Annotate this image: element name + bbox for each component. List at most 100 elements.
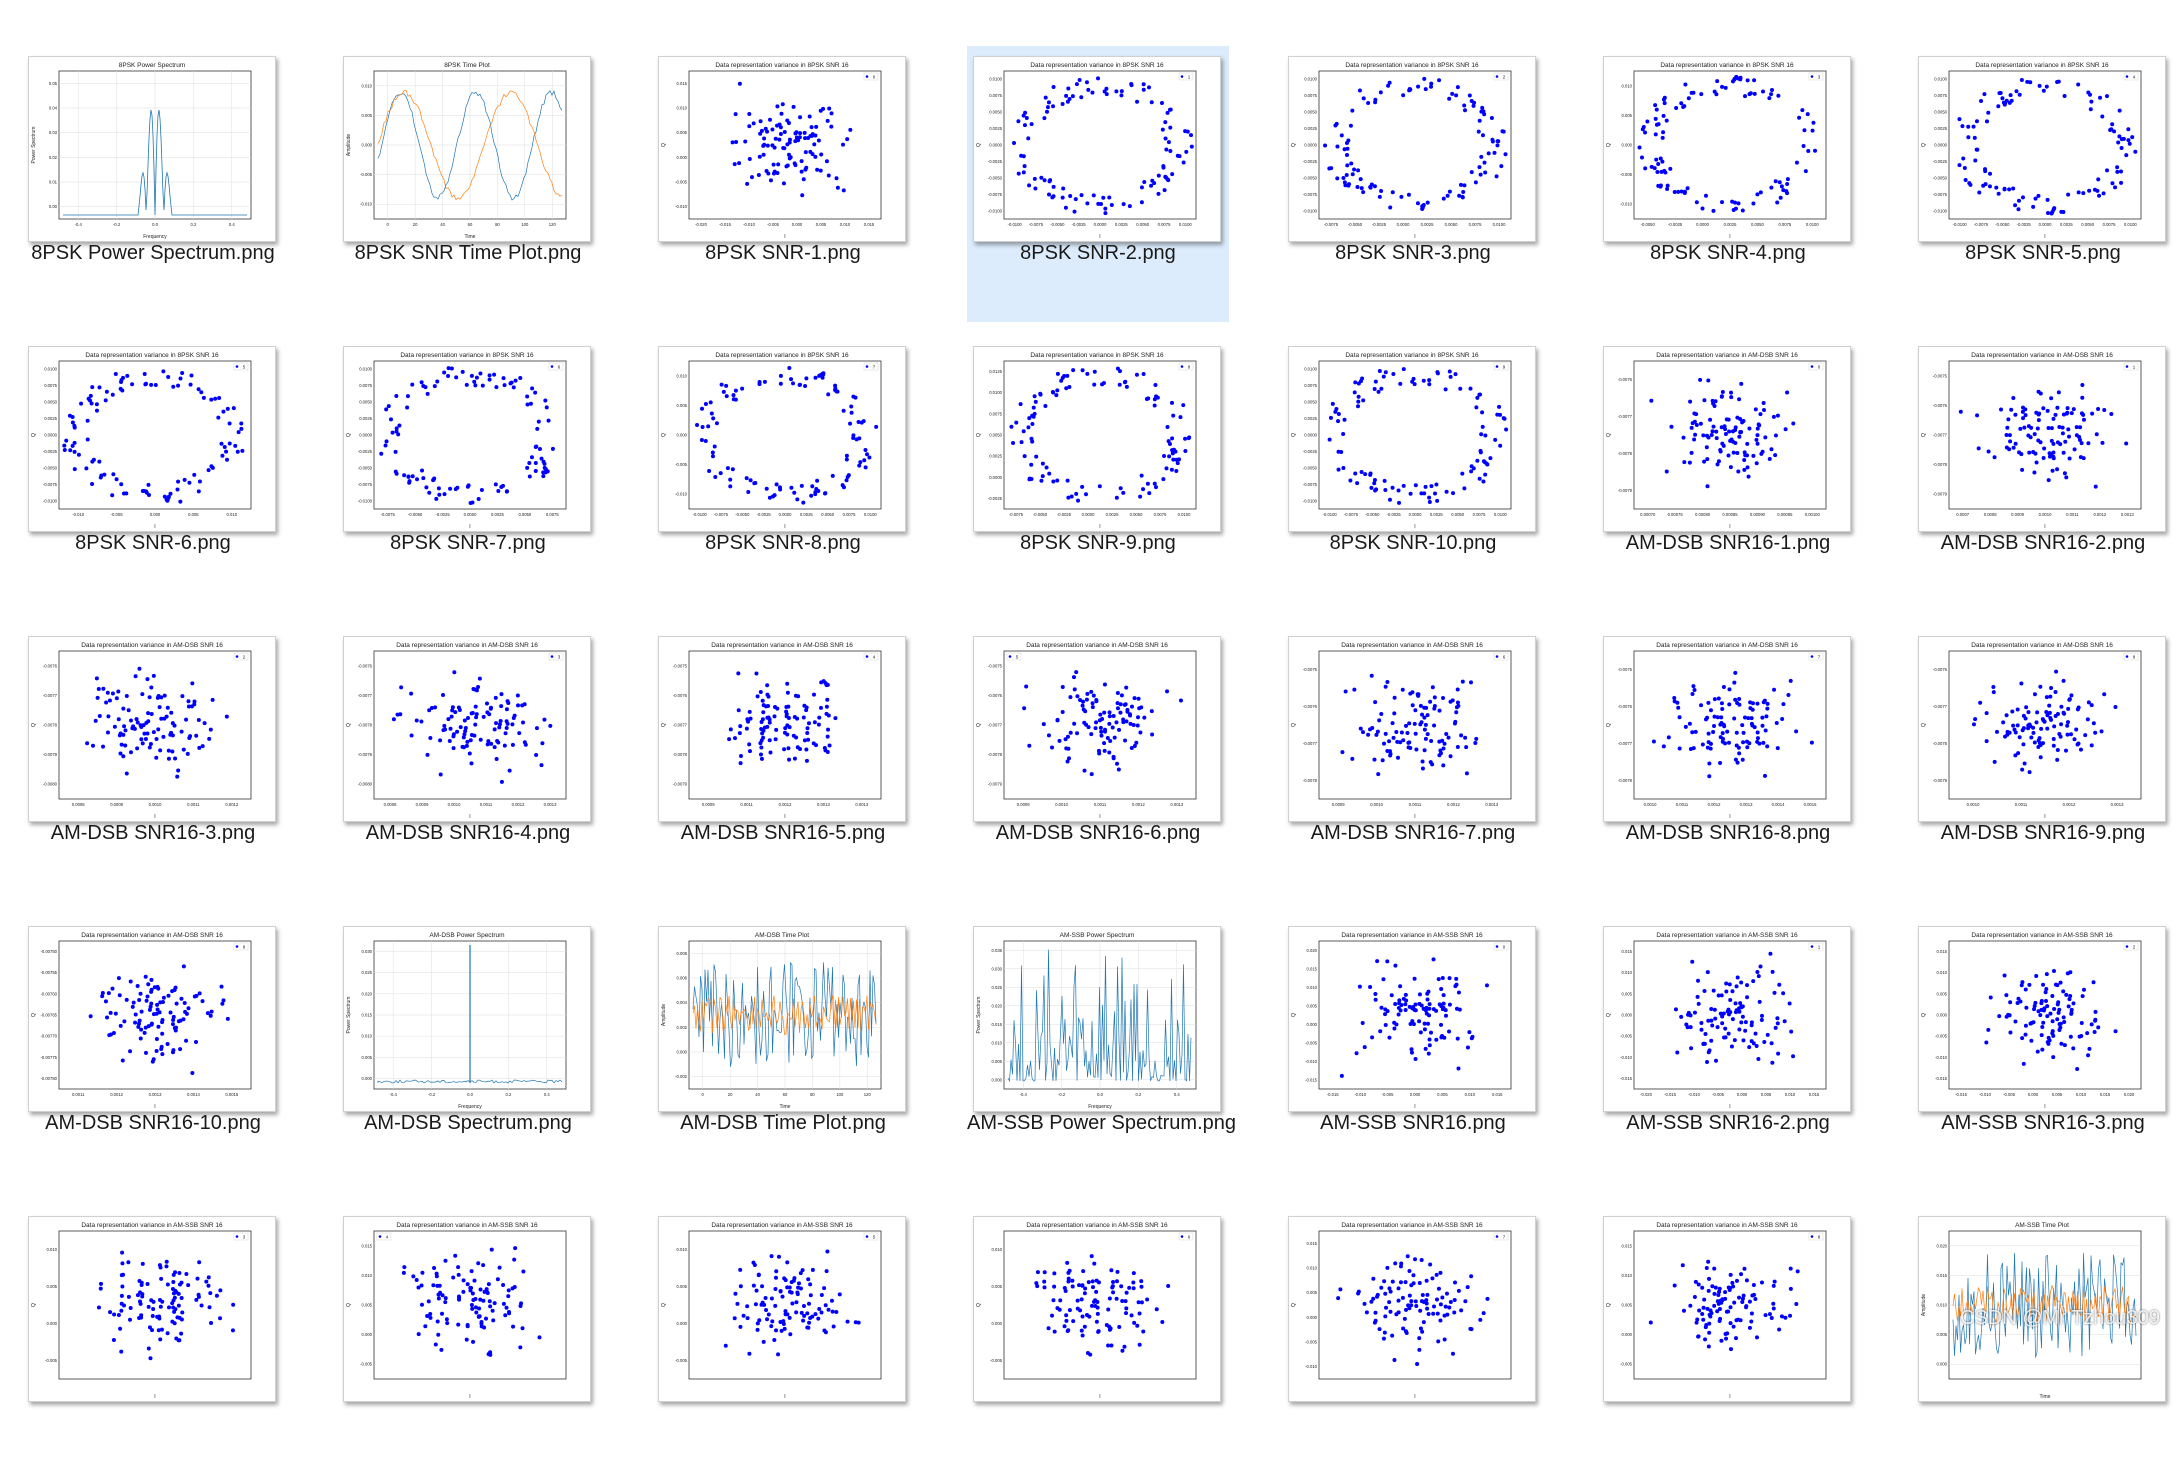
y-tick-label: -0.005 bbox=[1620, 1362, 1633, 1367]
file-thumbnail[interactable]: Data representation variance in 8PSK SNR… bbox=[343, 346, 591, 532]
file-thumbnail[interactable]: Data representation variance in AM-SSB S… bbox=[1288, 926, 1536, 1112]
file-item[interactable]: Data representation variance in AM-DSB S… bbox=[22, 626, 284, 902]
file-name[interactable]: AM-DSB SNR16-7.png bbox=[1282, 822, 1544, 845]
file-name[interactable]: 8PSK SNR-4.png bbox=[1597, 242, 1859, 265]
file-thumbnail[interactable]: Data representation variance in AM-DSB S… bbox=[1918, 636, 2166, 822]
file-item[interactable]: Data representation variance in AM-SSB S… bbox=[1282, 916, 1544, 1192]
file-item[interactable]: Data representation variance in 8PSK SNR… bbox=[337, 336, 599, 612]
file-name[interactable]: AM-DSB SNR16-1.png bbox=[1597, 532, 1859, 555]
file-thumbnail[interactable]: Data representation variance in 8PSK SNR… bbox=[973, 56, 1221, 242]
file-item[interactable]: Data representation variance in AM-DSB S… bbox=[1597, 336, 1859, 612]
file-item[interactable]: 8PSK Power Spectrum Power Spectrum Frequen… bbox=[22, 46, 284, 322]
file-name[interactable]: 8PSK SNR Time Plot.png bbox=[337, 242, 599, 265]
file-item[interactable]: Data representation variance in AM-DSB S… bbox=[652, 626, 914, 902]
file-thumbnail[interactable]: Data representation variance in AM-SSB S… bbox=[1288, 1216, 1536, 1402]
file-name[interactable]: AM-DSB SNR16-4.png bbox=[337, 822, 599, 845]
file-name[interactable]: AM-DSB SNR16-10.png bbox=[22, 1112, 284, 1135]
file-item[interactable]: AM-SSB Time Plot Amplitude Time 0.000 0.005 0… bbox=[1912, 1206, 2172, 1482]
file-thumbnail[interactable]: 8PSK Power Spectrum Power Spectrum Frequen… bbox=[28, 56, 276, 242]
file-thumbnail[interactable]: AM-SSB Power Spectrum Power Spectrum Frequ… bbox=[973, 926, 1221, 1112]
file-thumbnail[interactable]: Data representation variance in AM-SSB S… bbox=[28, 1216, 276, 1402]
file-name[interactable]: 8PSK SNR-2.png bbox=[967, 242, 1229, 265]
file-thumbnail[interactable]: Data representation variance in 8PSK SNR… bbox=[1918, 56, 2166, 242]
file-thumbnail[interactable]: Data representation variance in 8PSK SNR… bbox=[1603, 56, 1851, 242]
file-name[interactable]: AM-SSB SNR16-2.png bbox=[1597, 1112, 1859, 1135]
file-item[interactable]: Data representation variance in 8PSK SNR… bbox=[1282, 336, 1544, 612]
file-item[interactable]: Data representation variance in AM-SSB S… bbox=[1597, 916, 1859, 1192]
file-item[interactable]: Data representation variance in 8PSK SNR… bbox=[22, 336, 284, 612]
file-name[interactable]: 8PSK SNR-1.png bbox=[652, 242, 914, 265]
file-thumbnail[interactable]: Data representation variance in AM-SSB S… bbox=[343, 1216, 591, 1402]
file-item[interactable]: Data representation variance in AM-DSB S… bbox=[337, 626, 599, 902]
file-item[interactable]: Data representation variance in 8PSK SNR… bbox=[1912, 46, 2172, 322]
file-thumbnail[interactable]: Data representation variance in AM-DSB S… bbox=[1603, 346, 1851, 532]
file-item[interactable]: Data representation variance in 8PSK SNR… bbox=[1282, 46, 1544, 322]
file-name[interactable]: AM-DSB SNR16-5.png bbox=[652, 822, 914, 845]
file-thumbnail[interactable]: Data representation variance in AM-DSB S… bbox=[28, 926, 276, 1112]
file-thumbnail[interactable]: Data representation variance in AM-DSB S… bbox=[973, 636, 1221, 822]
file-thumbnail[interactable]: 8PSK Time Plot Amplitude Time 0 20 40 60 80 100 1… bbox=[343, 56, 591, 242]
file-item[interactable]: Data representation variance in AM-SSB S… bbox=[1282, 1206, 1544, 1482]
file-thumbnail[interactable]: Data representation variance in 8PSK SNR… bbox=[1288, 346, 1536, 532]
file-item[interactable]: Data representation variance in AM-SSB S… bbox=[652, 1206, 914, 1482]
plot-title: Data representation variance in AM-DSB S… bbox=[1026, 642, 1168, 649]
file-item[interactable]: Data representation variance in AM-DSB S… bbox=[1912, 626, 2172, 902]
file-item[interactable]: AM-DSB Time Plot Amplitude Time 0 20 40 60 80 10… bbox=[652, 916, 914, 1192]
file-thumbnail[interactable]: Data representation variance in AM-SSB S… bbox=[658, 1216, 906, 1402]
file-thumbnail[interactable]: Data representation variance in AM-DSB S… bbox=[343, 636, 591, 822]
file-item[interactable]: Data representation variance in AM-SSB S… bbox=[22, 1206, 284, 1482]
file-item[interactable]: Data representation variance in AM-DSB S… bbox=[22, 916, 284, 1192]
file-thumbnail[interactable]: Data representation variance in AM-DSB S… bbox=[1918, 346, 2166, 532]
file-item[interactable]: Data representation variance in 8PSK SNR… bbox=[652, 46, 914, 322]
file-thumbnail[interactable]: Data representation variance in AM-SSB S… bbox=[1603, 926, 1851, 1112]
file-item[interactable]: Data representation variance in AM-DSB S… bbox=[1282, 626, 1544, 902]
file-name[interactable]: 8PSK SNR-3.png bbox=[1282, 242, 1544, 265]
file-name[interactable]: AM-SSB Power Spectrum.png bbox=[967, 1112, 1236, 1135]
file-name[interactable]: AM-DSB SNR16-2.png bbox=[1912, 532, 2172, 555]
file-thumbnail[interactable]: Data representation variance in AM-DSB S… bbox=[1603, 636, 1851, 822]
file-thumbnail[interactable]: AM-DSB Time Plot Amplitude Time 0 20 40 60 80 10… bbox=[658, 926, 906, 1112]
file-item[interactable]: Data representation variance in AM-SSB S… bbox=[337, 1206, 599, 1482]
file-name[interactable]: 8PSK SNR-8.png bbox=[652, 532, 914, 555]
file-item[interactable]: Data representation variance in AM-DSB S… bbox=[1597, 626, 1859, 902]
file-name[interactable]: AM-DSB SNR16-9.png bbox=[1912, 822, 2172, 845]
file-name[interactable]: 8PSK Power Spectrum.png bbox=[22, 242, 284, 265]
file-name[interactable]: AM-DSB Time Plot.png bbox=[652, 1112, 914, 1135]
file-name[interactable]: AM-SSB SNR16-3.png bbox=[1912, 1112, 2172, 1135]
file-thumbnail[interactable]: Data representation variance in 8PSK SNR… bbox=[1288, 56, 1536, 242]
file-thumbnail[interactable]: Data representation variance in 8PSK SNR… bbox=[658, 56, 906, 242]
file-item[interactable]: Data representation variance in 8PSK SNR… bbox=[1597, 46, 1859, 322]
file-name[interactable]: AM-DSB SNR16-3.png bbox=[22, 822, 284, 845]
x-tick-label: 0.0050 bbox=[1451, 512, 1464, 517]
file-item[interactable]: Data representation variance in 8PSK SNR… bbox=[652, 336, 914, 612]
file-name[interactable]: 8PSK SNR-10.png bbox=[1282, 532, 1544, 555]
file-thumbnail[interactable]: Data representation variance in AM-DSB S… bbox=[658, 636, 906, 822]
file-item[interactable]: Data representation variance in AM-SSB S… bbox=[1597, 1206, 1859, 1482]
file-thumbnail[interactable]: Data representation variance in 8PSK SNR… bbox=[658, 346, 906, 532]
file-item[interactable]: Data representation variance in AM-SSB S… bbox=[967, 1206, 1229, 1482]
file-name[interactable]: 8PSK SNR-9.png bbox=[967, 532, 1229, 555]
file-name[interactable]: AM-DSB SNR16-8.png bbox=[1597, 822, 1859, 845]
file-thumbnail[interactable]: AM-DSB Power Spectrum Power Spectrum Frequ… bbox=[343, 926, 591, 1112]
file-thumbnail[interactable]: Data representation variance in AM-SSB S… bbox=[1603, 1216, 1851, 1402]
file-thumbnail[interactable]: Data representation variance in 8PSK SNR… bbox=[28, 346, 276, 532]
file-thumbnail[interactable]: Data representation variance in AM-DSB S… bbox=[28, 636, 276, 822]
file-thumbnail[interactable]: Data representation variance in AM-SSB S… bbox=[973, 1216, 1221, 1402]
file-item[interactable]: 8PSK Time Plot Amplitude Time 0 20 40 60 80 100 1… bbox=[337, 46, 599, 322]
file-thumbnail[interactable]: Data representation variance in AM-DSB S… bbox=[1288, 636, 1536, 822]
file-item[interactable]: Data representation variance in AM-DSB S… bbox=[967, 626, 1229, 902]
file-item[interactable]: Data representation variance in 8PSK SNR… bbox=[967, 336, 1229, 612]
file-thumbnail[interactable]: Data representation variance in 8PSK SNR… bbox=[973, 346, 1221, 532]
file-name[interactable]: 8PSK SNR-7.png bbox=[337, 532, 599, 555]
file-name[interactable]: AM-SSB SNR16.png bbox=[1282, 1112, 1544, 1135]
file-item[interactable]: Data representation variance in AM-DSB S… bbox=[1912, 336, 2172, 612]
file-item[interactable]: AM-DSB Power Spectrum Power Spectrum Frequ… bbox=[337, 916, 599, 1192]
file-item[interactable]: Data representation variance in 8PSK SNR… bbox=[967, 46, 1229, 322]
file-item[interactable]: Data representation variance in AM-SSB S… bbox=[1912, 916, 2172, 1192]
file-name[interactable]: AM-DSB Spectrum.png bbox=[337, 1112, 599, 1135]
file-item[interactable]: AM-SSB Power Spectrum Power Spectrum Frequ… bbox=[967, 916, 1236, 1192]
file-thumbnail[interactable]: Data representation variance in AM-SSB S… bbox=[1918, 926, 2166, 1112]
file-name[interactable]: AM-DSB SNR16-6.png bbox=[967, 822, 1229, 845]
file-name[interactable]: 8PSK SNR-6.png bbox=[22, 532, 284, 555]
file-name[interactable]: 8PSK SNR-5.png bbox=[1912, 242, 2172, 265]
